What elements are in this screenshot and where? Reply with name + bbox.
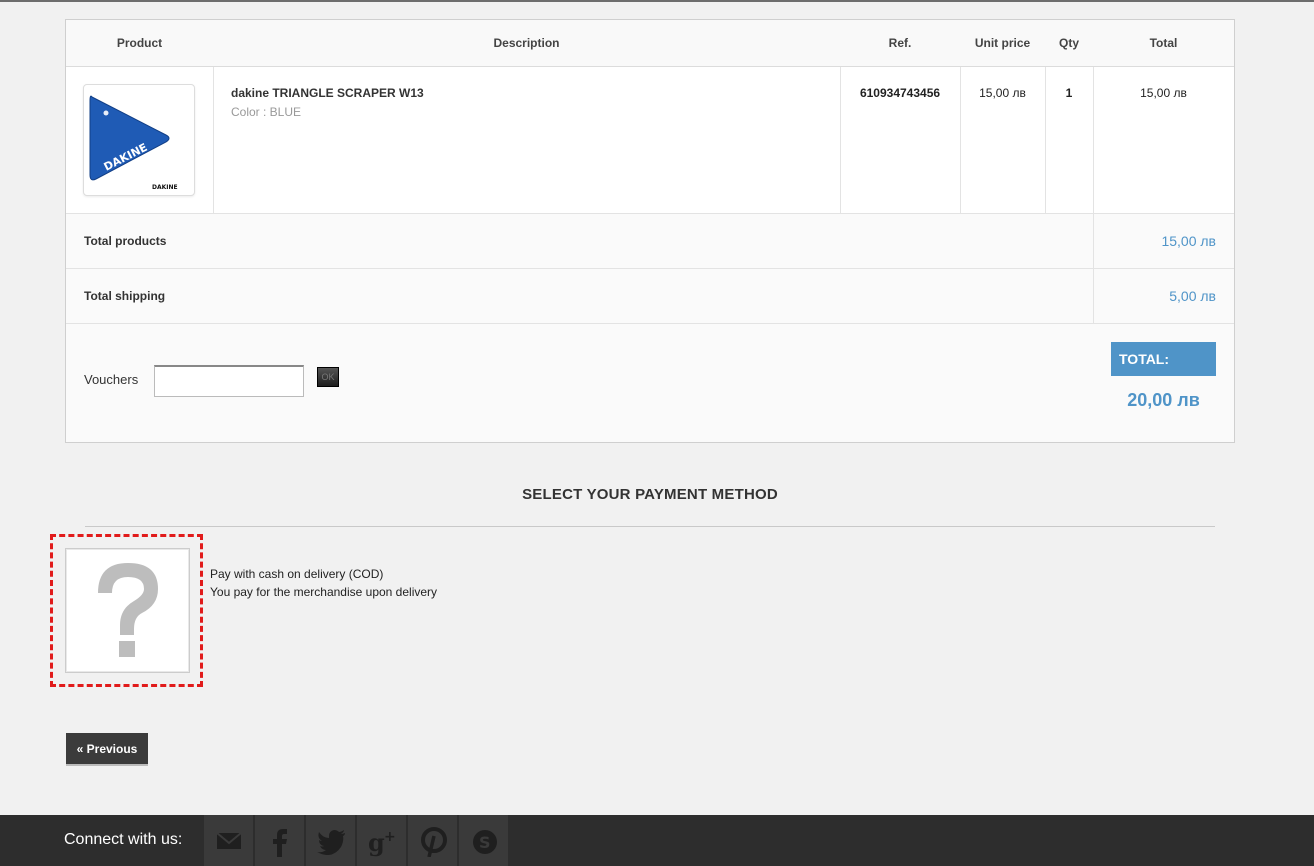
- product-total: 15,00 лв: [1140, 86, 1187, 100]
- cell-divider: [213, 67, 214, 213]
- total-shipping-row: Total shipping 5,00 лв: [66, 269, 1234, 324]
- header-total: Total: [1149, 36, 1178, 50]
- skype-icon[interactable]: S: [459, 815, 509, 866]
- dakine-logo-small: DAKINE: [152, 184, 178, 191]
- pinterest-icon[interactable]: [408, 815, 458, 866]
- total-products-row: Total products 15,00 лв: [66, 214, 1234, 269]
- cart-product-row: DAKINE DAKINE dakine TRIANGLE SCRAPER W1…: [66, 67, 1234, 214]
- footer: Connect with us: g + S: [0, 815, 1314, 866]
- google-plus-icon[interactable]: g +: [357, 815, 407, 866]
- payment-section-title: SELECT YOUR PAYMENT METHOD: [522, 486, 778, 503]
- svg-text:g: g: [368, 828, 385, 857]
- top-rule: [0, 0, 1314, 2]
- product-attributes: Color : BLUE: [231, 105, 302, 119]
- total-label: TOTAL:: [1111, 342, 1216, 376]
- total-shipping-label: Total shipping: [84, 289, 166, 303]
- payment-divider: [85, 526, 1215, 527]
- connect-label: Connect with us:: [64, 831, 183, 848]
- cell-divider: [1093, 214, 1094, 269]
- product-qty: 1: [1065, 86, 1073, 100]
- previous-button[interactable]: « Previous: [66, 733, 148, 764]
- total-value: 20,00 лв: [1127, 390, 1200, 410]
- svg-text:+: +: [384, 829, 396, 845]
- total-shipping-value: 5,00 лв: [1169, 288, 1216, 304]
- header-ref: Ref.: [888, 36, 912, 50]
- product-ref: 610934743456: [859, 86, 941, 100]
- product-name-link[interactable]: dakine TRIANGLE SCRAPER W13: [231, 86, 424, 100]
- mail-icon[interactable]: [204, 815, 254, 866]
- voucher-total-row: Vouchers OK TOTAL: 20,00 лв: [66, 324, 1234, 442]
- cart-table-header: Product Description Ref. Unit price Qty …: [66, 20, 1234, 67]
- total-products-label: Total products: [84, 234, 167, 248]
- facebook-icon[interactable]: [255, 815, 305, 866]
- header-unit-price: Unit price: [974, 36, 1031, 50]
- svg-text:S: S: [479, 833, 491, 852]
- triangle-scraper-image: DAKINE DAKINE: [89, 95, 178, 191]
- twitter-icon[interactable]: [306, 815, 356, 866]
- question-mark-icon: [98, 563, 158, 657]
- product-unit-price: 15,00 лв: [979, 86, 1026, 100]
- cart-summary-table: Product Description Ref. Unit price Qty …: [65, 19, 1235, 443]
- total-products-value: 15,00 лв: [1161, 233, 1216, 249]
- header-description: Description: [493, 36, 560, 50]
- cod-payment-title[interactable]: Pay with cash on delivery (COD): [210, 567, 383, 581]
- cod-payment-description: You pay for the merchandise upon deliver…: [210, 585, 438, 599]
- cell-divider: [1093, 269, 1094, 324]
- header-product: Product: [116, 36, 163, 50]
- cod-payment-logo[interactable]: [65, 548, 190, 673]
- header-qty: Qty: [1058, 36, 1079, 50]
- voucher-input[interactable]: [154, 365, 304, 397]
- vouchers-label: Vouchers: [84, 372, 139, 387]
- product-thumbnail[interactable]: DAKINE DAKINE: [83, 84, 195, 196]
- voucher-ok-button[interactable]: OK: [317, 367, 339, 387]
